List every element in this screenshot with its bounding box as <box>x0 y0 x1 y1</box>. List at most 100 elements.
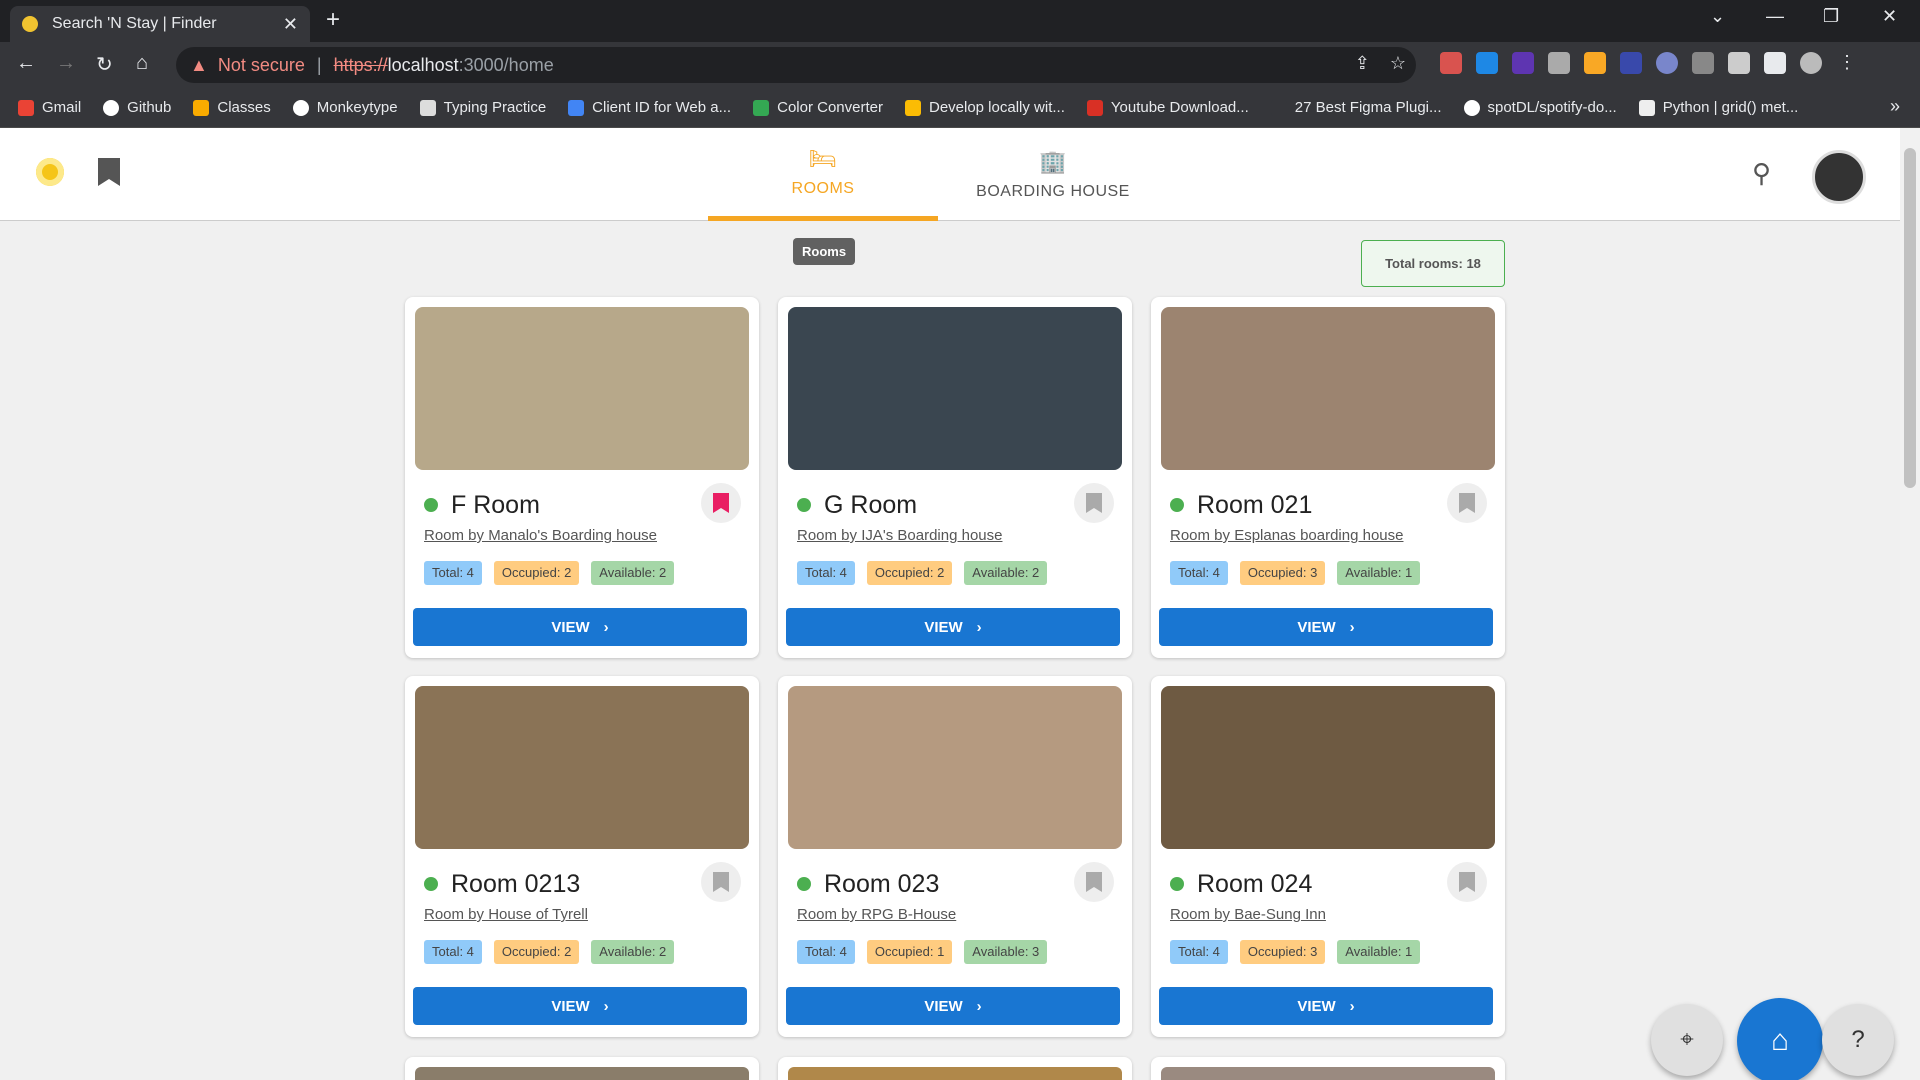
bookmark-item[interactable]: Monkeytype <box>292 99 398 116</box>
room-photo[interactable] <box>1161 686 1495 849</box>
view-label: VIEW <box>1297 618 1336 636</box>
occupied-badge: Occupied: 3 <box>1239 561 1326 585</box>
room-photo[interactable] <box>788 307 1122 470</box>
total-badge: Total: 4 <box>797 561 855 585</box>
location-pin-icon: ⌖ <box>1680 1026 1694 1053</box>
extension-icon[interactable] <box>1656 52 1678 74</box>
bookmark-button[interactable] <box>1074 862 1114 902</box>
view-button[interactable]: VIEW › <box>413 987 747 1025</box>
app-logo-icon[interactable] <box>36 158 64 186</box>
restore-icon[interactable]: ❐ <box>1823 6 1839 27</box>
owner-link[interactable]: Room by Manalo's Boarding house <box>424 527 657 544</box>
home-icon[interactable]: ⌂ <box>136 52 148 75</box>
bookmark-item[interactable]: Typing Practice <box>419 99 546 116</box>
help-fab[interactable]: ? <box>1822 1004 1894 1076</box>
side-panel-icon[interactable] <box>1764 52 1786 74</box>
view-label: VIEW <box>1297 997 1336 1015</box>
room-name: F Room <box>451 491 540 519</box>
bookmark-item[interactable]: Client ID for Web a... <box>568 99 731 116</box>
home-fab[interactable]: ⌂ <box>1737 998 1823 1080</box>
extension-icon[interactable] <box>1512 52 1534 74</box>
tab-rooms[interactable]: 🛏 ROOMS <box>708 128 938 221</box>
bookmark-item[interactable]: Python | grid() met... <box>1638 99 1798 116</box>
extension-icon[interactable] <box>1476 52 1498 74</box>
site-favicon-icon <box>22 16 38 32</box>
extension-icon[interactable] <box>1692 52 1714 74</box>
view-button[interactable]: VIEW › <box>1159 987 1493 1025</box>
room-card[interactable]: Room 023 Room by RPG B-House Total: 4 Occup… <box>778 676 1132 1037</box>
more-bookmarks-icon[interactable]: » <box>1890 96 1900 117</box>
room-photo[interactable] <box>415 307 749 470</box>
scrollbar-thumb[interactable] <box>1904 148 1916 488</box>
puzzle-icon[interactable] <box>1728 52 1750 74</box>
forward-icon[interactable]: → <box>56 52 76 75</box>
map-fab[interactable]: ⌖ <box>1651 1004 1723 1076</box>
search-icon[interactable]: ⚲ <box>1752 158 1771 189</box>
bookmark-button[interactable] <box>701 862 741 902</box>
browser-tab[interactable]: Search 'N Stay | Finder ✕ <box>10 6 310 42</box>
extension-icon[interactable] <box>1584 52 1606 74</box>
owner-link[interactable]: Room by Bae-Sung Inn <box>1170 906 1326 923</box>
close-window-icon[interactable]: ✕ <box>1882 6 1897 27</box>
bookmark-item[interactable]: Develop locally wit... <box>904 99 1065 116</box>
total-badge: Total: 4 <box>1170 940 1228 964</box>
bookmark-item[interactable]: Classes <box>193 99 271 116</box>
bookmark-item[interactable]: Color Converter <box>753 99 883 116</box>
bookmark-item[interactable]: spotDL/spotify-do... <box>1463 99 1617 116</box>
bookmark-item[interactable]: Gmail <box>18 99 81 116</box>
extension-icon[interactable] <box>1548 52 1570 74</box>
tab-title: Search 'N Stay | Finder <box>52 15 217 32</box>
room-photo[interactable] <box>788 686 1122 849</box>
minimize-icon[interactable]: — <box>1766 6 1784 27</box>
tab-boarding-house[interactable]: 🏢 BOARDING HOUSE <box>938 128 1168 221</box>
bookmark-button[interactable] <box>1074 483 1114 523</box>
room-name: Room 0213 <box>451 870 581 898</box>
extension-icon[interactable] <box>1440 52 1462 74</box>
owner-link[interactable]: Room by RPG B-House <box>797 906 956 923</box>
bookmark-item[interactable]: Github <box>103 99 171 116</box>
bookmark-button[interactable] <box>1447 862 1487 902</box>
room-card[interactable]: F Room Room by Manalo's Boarding house Tot… <box>405 297 759 658</box>
view-button[interactable]: VIEW › <box>786 987 1120 1025</box>
room-card[interactable]: G Room Room by IJA's Boarding house Total:… <box>778 297 1132 658</box>
profile-icon[interactable] <box>1800 52 1822 74</box>
bookmark-item[interactable]: Youtube Download... <box>1086 99 1249 116</box>
bookmark-button[interactable] <box>1447 483 1487 523</box>
room-photo <box>788 1067 1122 1080</box>
security-label[interactable]: Not secure <box>218 55 305 76</box>
owner-link[interactable]: Room by IJA's Boarding house <box>797 527 1002 544</box>
tab-search-icon[interactable]: ⌄ <box>1710 6 1725 27</box>
view-button[interactable]: VIEW › <box>786 608 1120 646</box>
occupied-badge: Occupied: 3 <box>1239 940 1326 964</box>
building-icon: 🏢 <box>1039 148 1067 174</box>
warning-icon[interactable]: ▲ <box>190 55 208 76</box>
view-button[interactable]: VIEW › <box>413 608 747 646</box>
page-scrollbar[interactable] <box>1900 128 1920 1080</box>
status-dot <box>1170 498 1184 512</box>
room-photo[interactable] <box>415 686 749 849</box>
new-tab-icon[interactable]: + <box>326 6 340 34</box>
room-card[interactable]: Room 021 Room by Esplanas boarding house T… <box>1151 297 1505 658</box>
owner-link[interactable]: Room by Esplanas boarding house <box>1170 527 1403 544</box>
status-dot <box>797 877 811 891</box>
bookmark-icon <box>1459 872 1475 892</box>
share-icon[interactable]: ⇪ <box>1355 53 1370 74</box>
avatar[interactable] <box>1812 150 1866 204</box>
room-card[interactable]: Room 024 Room by Bae-Sung Inn Total: 4 Occu… <box>1151 676 1505 1037</box>
omnibox[interactable]: ▲ Not secure | https:// localhost :3000/… <box>176 47 1416 83</box>
extension-icon[interactable] <box>1620 52 1642 74</box>
bookmark-item[interactable]: 27 Best Figma Plugi... <box>1270 99 1442 116</box>
star-icon[interactable]: ☆ <box>1390 53 1406 74</box>
close-tab-icon[interactable]: ✕ <box>283 14 298 35</box>
bookmarks-icon[interactable] <box>98 158 120 186</box>
room-photo[interactable] <box>1161 307 1495 470</box>
status-dot <box>424 498 438 512</box>
menu-icon[interactable]: ⋮ <box>1836 52 1858 74</box>
view-button[interactable]: VIEW › <box>1159 608 1493 646</box>
room-card[interactable]: Room 0213 Room by House of Tyrell Total: 4… <box>405 676 759 1037</box>
owner-link[interactable]: Room by House of Tyrell <box>424 906 588 923</box>
globe-icon <box>292 99 309 116</box>
bookmark-button[interactable] <box>701 483 741 523</box>
reload-icon[interactable]: ↻ <box>96 52 113 77</box>
back-icon[interactable]: ← <box>16 52 36 75</box>
